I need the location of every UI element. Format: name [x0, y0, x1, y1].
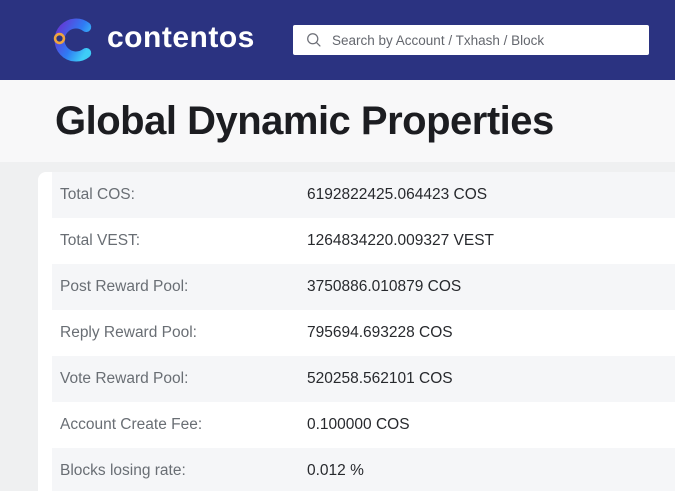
property-label: Reply Reward Pool:: [60, 324, 197, 341]
brand-logo[interactable]: contentos: [50, 14, 255, 66]
property-label: Blocks losing rate:: [60, 462, 186, 479]
search-box[interactable]: [293, 25, 649, 55]
property-row: Blocks losing rate: 0.012 %: [52, 448, 675, 491]
page-body: Total COS: 6192822425.064423 COS Total V…: [0, 162, 675, 491]
property-label: Total COS:: [60, 186, 135, 203]
property-row: Total VEST: 1264834220.009327 VEST: [52, 218, 675, 264]
property-value: 6192822425.064423 COS: [307, 186, 488, 203]
property-value: 795694.693228 COS: [307, 324, 453, 341]
property-value: 520258.562101 COS: [307, 370, 453, 387]
property-row: Total COS: 6192822425.064423 COS: [52, 172, 675, 218]
property-row: Account Create Fee: 0.100000 COS: [52, 402, 675, 448]
search-input[interactable]: [323, 25, 641, 55]
screen: contentos Global Dynamic Properties Tota…: [0, 0, 675, 491]
title-section: Global Dynamic Properties: [0, 80, 675, 162]
search-icon: [305, 31, 323, 49]
property-label: Vote Reward Pool:: [60, 370, 189, 387]
page-title: Global Dynamic Properties: [55, 98, 554, 143]
property-value: 3750886.010879 COS: [307, 278, 462, 295]
contentos-logo-icon: [50, 14, 100, 66]
properties-card: Total COS: 6192822425.064423 COS Total V…: [38, 172, 675, 491]
property-label: Account Create Fee:: [60, 416, 203, 433]
property-label: Post Reward Pool:: [60, 278, 189, 295]
property-value: 0.100000 COS: [307, 416, 410, 433]
property-label: Total VEST:: [60, 232, 141, 249]
properties-table: Total COS: 6192822425.064423 COS Total V…: [52, 172, 675, 491]
property-row: Vote Reward Pool: 520258.562101 COS: [52, 356, 675, 402]
property-row: Reply Reward Pool: 795694.693228 COS: [52, 310, 675, 356]
property-value: 0.012 %: [307, 462, 364, 479]
property-row: Post Reward Pool: 3750886.010879 COS: [52, 264, 675, 310]
property-value: 1264834220.009327 VEST: [307, 232, 495, 249]
brand-wordmark: contentos: [107, 21, 255, 54]
header: contentos: [0, 0, 675, 80]
